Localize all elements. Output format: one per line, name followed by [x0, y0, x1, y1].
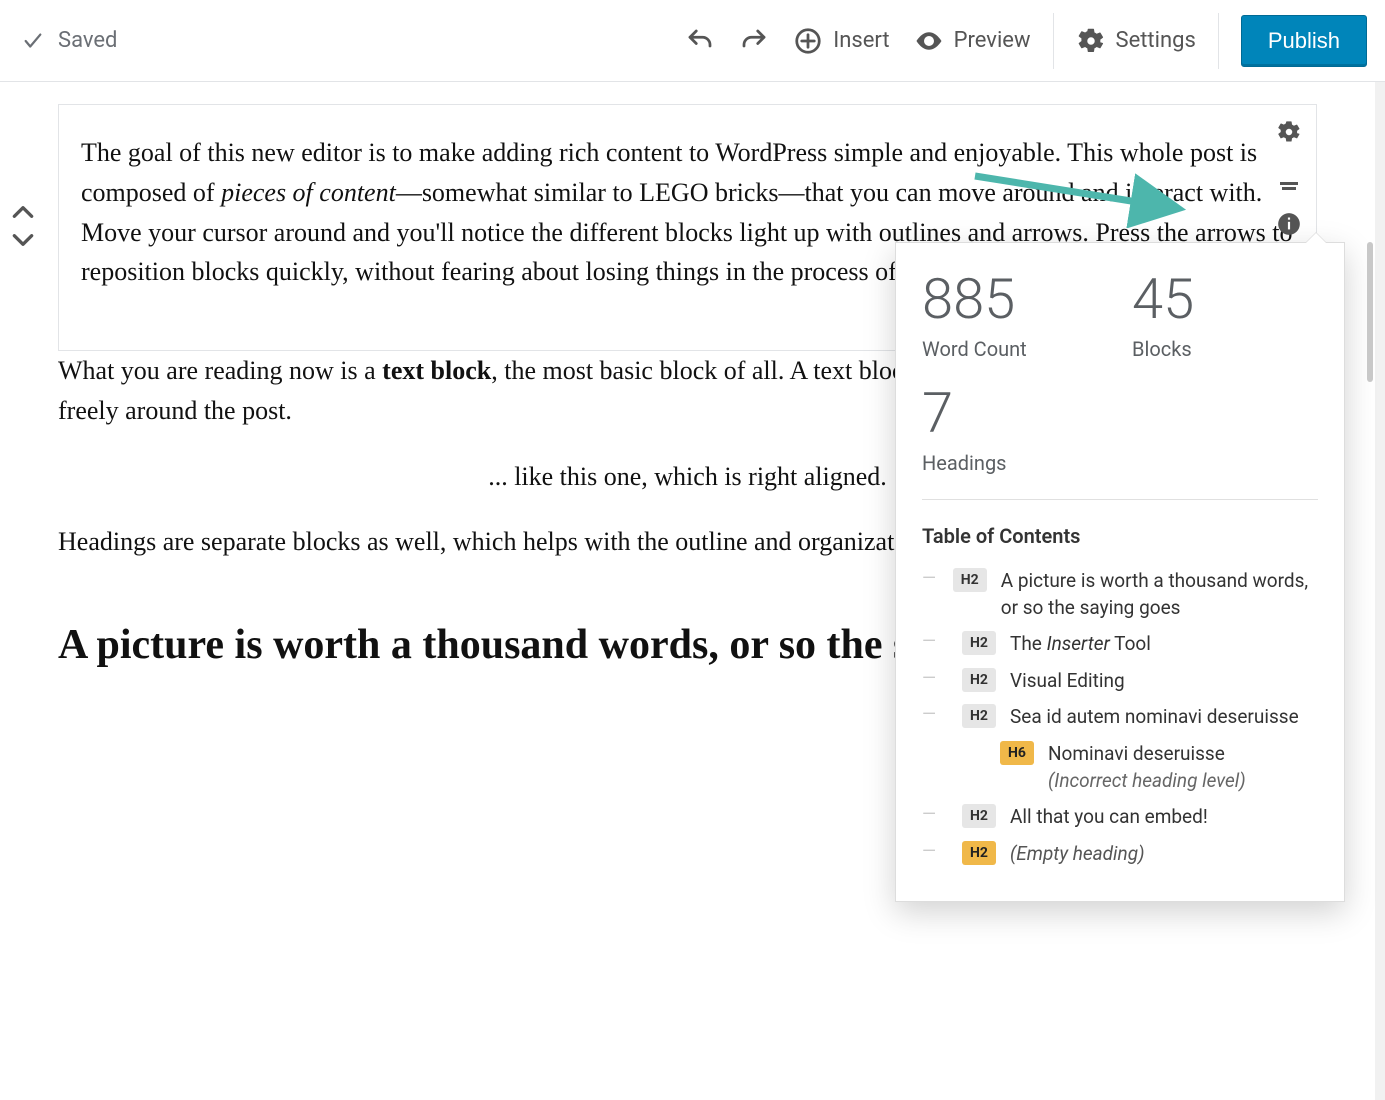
toc-item[interactable]: —H6Nominavi deseruisse(Incorrect heading… [922, 741, 1318, 794]
editor-canvas: The goal of this new editor is to make a… [0, 82, 1385, 1100]
document-info-popover: 885 Word Count 45 Blocks 7 Headings Tabl… [895, 242, 1345, 902]
blocks-value: 45 [1132, 271, 1252, 327]
toc-dash: — [922, 668, 948, 689]
heading-level-badge: H2 [962, 631, 996, 655]
blocks-label: Blocks [1132, 337, 1252, 361]
toc-list: —H2A picture is worth a thousand words, … [922, 568, 1318, 867]
heading-level-badge: H2 [953, 568, 987, 592]
insert-button[interactable]: Insert [793, 26, 889, 56]
divider [922, 499, 1318, 500]
redo-button[interactable] [739, 26, 769, 56]
heading-level-badge: H2 [962, 704, 996, 728]
move-up-button[interactable] [10, 202, 36, 222]
block-mover [10, 202, 36, 250]
settings-label: Settings [1116, 28, 1196, 53]
toc-item-text: Visual Editing [1010, 668, 1125, 695]
toc-dash: — [922, 804, 948, 825]
saved-check-icon [22, 30, 44, 52]
heading-level-badge: H6 [1000, 741, 1034, 765]
toc-item-text: Nominavi deseruisse(Incorrect heading le… [1048, 741, 1246, 794]
toc-item[interactable]: — H2 A picture is worth a thousand words, … [922, 568, 1318, 621]
headings-value: 7 [922, 385, 1042, 441]
toc-title: Table of Contents [922, 524, 1318, 548]
toc-item-text: A picture is worth a thousand words, or … [1001, 568, 1318, 621]
toc-item-text: (Empty heading) [1010, 841, 1144, 868]
preview-label: Preview [954, 28, 1031, 53]
p2-strong: text block [382, 356, 491, 385]
p1-em: pieces of content [221, 178, 396, 207]
heading-level-badge: H2 [962, 841, 996, 865]
toc-item[interactable]: — H2 (Empty heading) [922, 841, 1318, 868]
undo-button[interactable] [685, 26, 715, 56]
editor-toolbar: Saved Insert Preview Settings Publish [0, 0, 1385, 82]
heading-level-badge: H2 [962, 804, 996, 828]
block-side-toolbar [1276, 117, 1302, 248]
preview-button[interactable]: Preview [914, 26, 1031, 56]
toc-item-text: The Inserter Tool [1010, 631, 1151, 658]
move-down-button[interactable] [10, 230, 36, 250]
stat-headings: 7 Headings [922, 385, 1042, 475]
toc-item[interactable]: — H2 Sea id autem nominavi deseruisse [922, 704, 1318, 731]
publish-button[interactable]: Publish [1241, 15, 1367, 67]
saved-label: Saved [58, 28, 117, 53]
headings-label: Headings [922, 451, 1042, 475]
toc-item[interactable]: — H2 The Inserter Tool [922, 631, 1318, 658]
block-delete-button[interactable] [1276, 163, 1302, 203]
toc-dash: — [922, 631, 948, 652]
toc-dash: — [922, 568, 939, 589]
toc-item-text: Sea id autem nominavi deseruisse [1010, 704, 1299, 731]
toc-item-text: All that you can embed! [1010, 804, 1208, 831]
stat-word-count: 885 Word Count [922, 271, 1042, 361]
toc-item[interactable]: — H2 Visual Editing [922, 668, 1318, 695]
toc-dash: — [922, 841, 948, 862]
word-count-value: 885 [922, 271, 1042, 327]
word-count-label: Word Count [922, 337, 1042, 361]
heading-level-badge: H2 [962, 668, 996, 692]
p2-a: What you are reading now is a [58, 356, 382, 385]
toc-dash: — [922, 704, 948, 725]
block-settings-button[interactable] [1276, 117, 1302, 157]
stat-blocks: 45 Blocks [1132, 271, 1252, 361]
toc-item[interactable]: — H2 All that you can embed! [922, 804, 1318, 831]
insert-label: Insert [833, 28, 889, 53]
settings-button[interactable]: Settings [1076, 26, 1196, 56]
